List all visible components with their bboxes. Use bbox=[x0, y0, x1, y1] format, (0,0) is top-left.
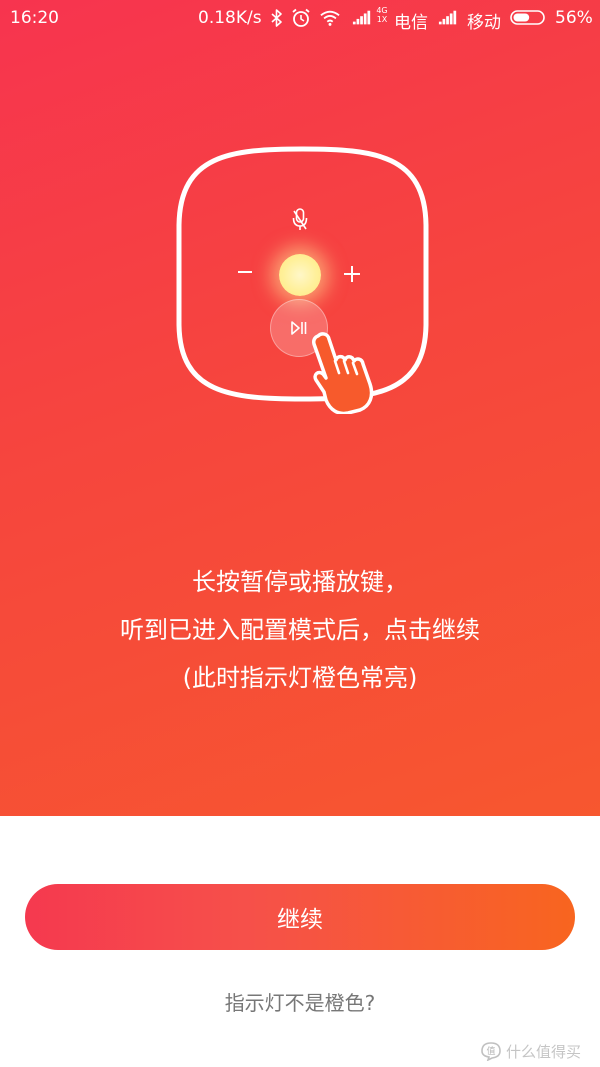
instruction-line-1: 长按暂停或播放键， bbox=[192, 568, 408, 596]
network-type-label: 4G 1X bbox=[376, 6, 388, 24]
instructions-text: 长按暂停或播放键， 听到已进入配置模式后，点击继续 (此时指示灯橙色常亮) bbox=[0, 558, 600, 702]
signal-icon-2 bbox=[438, 8, 458, 28]
wifi-icon bbox=[320, 8, 340, 28]
battery-percentage: 56% bbox=[555, 8, 593, 28]
watermark: 值 什么值得买 bbox=[480, 1040, 595, 1062]
continue-button[interactable]: 继续 bbox=[25, 884, 575, 950]
svg-text:值: 值 bbox=[486, 1045, 495, 1057]
carrier-name-1: 电信 bbox=[394, 13, 428, 33]
watermark-text: 什么值得买 bbox=[506, 1042, 582, 1061]
mic-icon bbox=[292, 208, 308, 230]
status-bar: 16:20 0.18K/s 4G 1X 电信 移动 56% bbox=[0, 0, 600, 36]
bluetooth-icon bbox=[267, 8, 287, 28]
instruction-line-3: (此时指示灯橙色常亮) bbox=[182, 664, 418, 692]
status-network-speed: 0.18K/s bbox=[198, 8, 262, 28]
carrier-name-2: 移动 bbox=[467, 13, 501, 33]
plus-icon bbox=[344, 266, 360, 282]
battery-icon bbox=[510, 10, 546, 25]
minus-icon bbox=[238, 271, 252, 273]
signal-icon bbox=[352, 8, 372, 28]
light-indicator bbox=[279, 254, 321, 296]
hand-pointer-icon bbox=[312, 332, 374, 414]
status-time: 16:20 bbox=[10, 8, 59, 28]
alarm-icon bbox=[291, 8, 311, 28]
watermark-logo-icon: 值 bbox=[481, 1042, 501, 1061]
continue-button-label: 继续 bbox=[277, 907, 323, 933]
indicator-not-orange-link[interactable]: 指示灯不是橙色? bbox=[0, 987, 600, 1016]
instruction-line-2: 听到已进入配置模式后，点击继续 bbox=[120, 616, 480, 644]
